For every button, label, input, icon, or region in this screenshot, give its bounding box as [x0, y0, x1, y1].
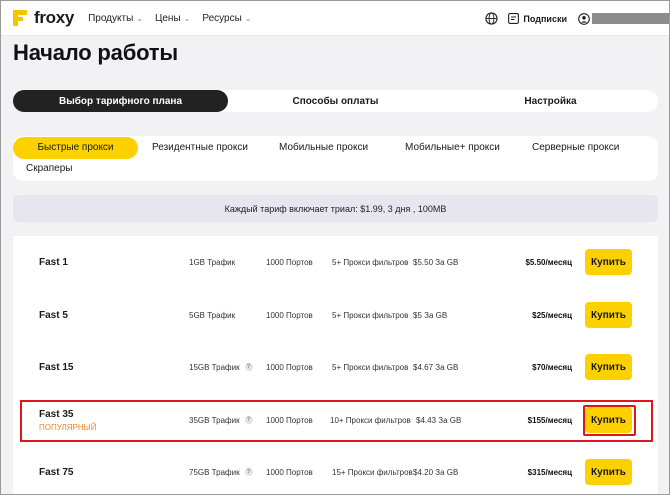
plan-traffic-text: 1GB Трафик [189, 257, 236, 267]
popular-badge: ПОПУЛЯРНЫЙ [39, 422, 97, 432]
plan-price: $25/месяц [532, 310, 572, 320]
main-tabs: Выбор тарифного плана Способы оплаты Нас… [13, 90, 658, 112]
plan-per-gb: $4.67 За GB [413, 362, 459, 372]
nav-prices[interactable]: Цены ⌄ [155, 13, 190, 24]
plan-row: Fast 15 15GB Трафик? 1000 Портов 5+ Прок… [13, 341, 658, 393]
help-icon[interactable]: ? [244, 416, 253, 424]
plan-traffic: 75GB Трафик? [189, 446, 253, 495]
logo[interactable]: froxy [13, 8, 74, 28]
plan-name-block: Fast 5 [39, 289, 68, 341]
help-icon[interactable]: ? [244, 468, 253, 476]
nav-products[interactable]: Продукты ⌄ [88, 13, 143, 24]
buy-button[interactable]: Купить [585, 354, 632, 380]
tab-fast-proxies[interactable]: Быстрые прокси [13, 137, 138, 159]
tab-mobile-plus-proxies[interactable]: Мобильные+ прокси [405, 137, 500, 159]
plan-ports: 1000 Портов [266, 257, 313, 267]
logo-icon [13, 10, 29, 26]
plan-name: Fast 5 [39, 309, 68, 321]
trial-text: Каждый тариф включает триал: $1.99, 3 дн… [224, 203, 447, 214]
tab-payment-methods[interactable]: Способы оплаты [228, 90, 443, 112]
subscriptions-link[interactable]: Подписки [508, 13, 567, 24]
plan-per-gb: $5 За GB [413, 310, 448, 320]
nav-resources[interactable]: Ресурсы ⌄ [202, 13, 251, 24]
help-icon[interactable]: ? [244, 363, 253, 371]
plans-list: Fast 1 1GB Трафик 1000 Портов 5+ Прокси … [13, 236, 658, 494]
chevron-down-icon: ⌄ [183, 13, 191, 23]
plan-name-block: Fast 75 [39, 446, 73, 495]
plan-traffic: 15GB Трафик? [189, 341, 253, 393]
subscriptions-label: Подписки [523, 13, 567, 24]
page-title: Начало работы [13, 40, 178, 65]
tab-residential-proxies[interactable]: Резидентные прокси [152, 137, 248, 159]
tab-mobile-proxies[interactable]: Мобильные прокси [279, 137, 368, 159]
plan-traffic: 1GB Трафик [189, 236, 235, 288]
buy-button[interactable]: Купить [585, 249, 632, 275]
plan-filters: 5+ Прокси фильтров [332, 257, 409, 267]
subscriptions-icon [508, 13, 520, 24]
plan-filters: 5+ Прокси фильтров [332, 310, 409, 320]
plan-name-block: Fast 1 [39, 236, 68, 288]
main-nav: Продукты ⌄ Цены ⌄ Ресурсы ⌄ [88, 13, 263, 24]
plan-name: Fast 1 [39, 256, 68, 268]
plan-ports: 1000 Портов [266, 310, 313, 320]
proxy-type-tabs: Быстрые прокси Резидентные прокси Мобиль… [13, 136, 658, 181]
plan-name-block: Fast 15 [39, 341, 73, 393]
tab-settings[interactable]: Настройка [443, 90, 658, 112]
nav-products-label: Продукты [88, 12, 134, 24]
buy-button[interactable]: Купить [585, 459, 632, 485]
plan-price: $155/месяц [527, 415, 572, 425]
chevron-down-icon: ⌄ [136, 13, 143, 23]
tab-plan-selection[interactable]: Выбор тарифного плана [13, 90, 228, 112]
nav-prices-label: Цены [154, 12, 181, 24]
plan-traffic-text: 35GB Трафик [189, 415, 240, 425]
plan-traffic-text: 5GB Трафик [189, 310, 236, 320]
plan-per-gb: $4.43 За GB [416, 415, 462, 425]
plan-row-popular: Fast 35 ПОПУЛЯРНЫЙ 35GB Трафик? 1000 Пор… [13, 394, 658, 446]
tab-server-proxies[interactable]: Серверные прокси [532, 137, 619, 159]
buy-button[interactable]: Купить [585, 407, 632, 433]
top-bar: froxy Продукты ⌄ Цены ⌄ Ресурсы ⌄ Подписки [1, 1, 669, 36]
plan-traffic: 35GB Трафик? [189, 394, 253, 446]
plan-name: Fast 35 [39, 408, 74, 420]
plan-price: $70/месяц [532, 362, 572, 372]
plan-filters: 15+ Прокси фильтров [332, 467, 413, 477]
user-name-redacted[interactable] [592, 13, 669, 24]
plan-price: $5.50/месяц [525, 257, 572, 267]
plan-row: Fast 5 5GB Трафик 1000 Портов 5+ Прокси … [13, 289, 658, 341]
plan-filters: 5+ Прокси фильтров [332, 362, 409, 372]
nav-resources-label: Ресурсы [202, 12, 242, 24]
plan-ports: 1000 Портов [266, 415, 313, 425]
trial-banner: Каждый тариф включает триал: $1.99, 3 дн… [13, 195, 658, 222]
chevron-down-icon: ⌄ [244, 13, 252, 23]
globe-icon[interactable] [485, 12, 499, 25]
plan-per-gb: $5.50 За GB [413, 257, 459, 267]
plan-name-block: Fast 35 ПОПУЛЯРНЫЙ [39, 394, 97, 446]
logo-text: froxy [34, 8, 75, 27]
plan-row: Fast 1 1GB Трафик 1000 Портов 5+ Прокси … [13, 236, 658, 288]
plan-name: Fast 15 [39, 361, 74, 373]
plan-filters: 10+ Прокси фильтров [330, 415, 411, 425]
plan-ports: 1000 Портов [266, 362, 313, 372]
buy-button[interactable]: Купить [585, 302, 632, 328]
plan-traffic-text: 75GB Трафик [189, 467, 240, 477]
plan-price: $315/месяц [527, 467, 572, 477]
plan-traffic: 5GB Трафик [189, 289, 235, 341]
plan-ports: 1000 Портов [266, 467, 313, 477]
plan-row: Fast 75 75GB Трафик? 1000 Портов 15+ Про… [13, 446, 658, 495]
plan-per-gb: $4.20 За GB [413, 467, 459, 477]
plan-name: Fast 75 [39, 466, 74, 478]
user-icon[interactable] [578, 12, 590, 25]
header-actions: Подписки [485, 1, 669, 36]
tab-scrapers[interactable]: Скраперы [26, 158, 72, 180]
plan-traffic-text: 15GB Трафик [189, 362, 240, 372]
